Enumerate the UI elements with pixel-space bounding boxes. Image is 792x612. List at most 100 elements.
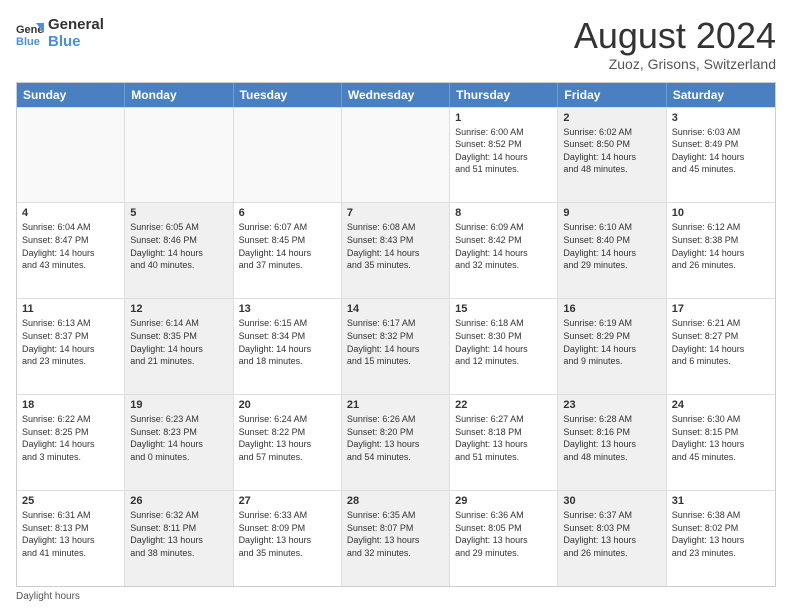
header-day: Saturday <box>667 83 775 107</box>
calendar-cell <box>234 108 342 203</box>
calendar-cell: 15 Sunrise: 6:18 AM Sunset: 8:30 PM Dayli… <box>450 299 558 394</box>
day-info: Sunrise: 6:02 AM Sunset: 8:50 PM Dayligh… <box>563 126 660 176</box>
header-day: Wednesday <box>342 83 450 107</box>
day-number: 15 <box>455 303 552 315</box>
day-info: Sunrise: 6:38 AM Sunset: 8:02 PM Dayligh… <box>672 509 770 559</box>
calendar-cell: 8 Sunrise: 6:09 AM Sunset: 8:42 PM Daylig… <box>450 203 558 298</box>
day-info: Sunrise: 6:17 AM Sunset: 8:32 PM Dayligh… <box>347 317 444 367</box>
calendar-cell <box>125 108 233 203</box>
calendar-cell: 30 Sunrise: 6:37 AM Sunset: 8:03 PM Dayli… <box>558 491 666 586</box>
day-number: 25 <box>22 495 119 507</box>
calendar-cell: 26 Sunrise: 6:32 AM Sunset: 8:11 PM Dayli… <box>125 491 233 586</box>
calendar-cell: 17 Sunrise: 6:21 AM Sunset: 8:27 PM Dayli… <box>667 299 775 394</box>
day-number: 17 <box>672 303 770 315</box>
day-number: 4 <box>22 207 119 219</box>
svg-text:Blue: Blue <box>16 36 40 47</box>
logo-blue: Blue <box>48 33 104 50</box>
calendar-cell: 4 Sunrise: 6:04 AM Sunset: 8:47 PM Daylig… <box>17 203 125 298</box>
day-number: 2 <box>563 112 660 124</box>
header-day: Monday <box>125 83 233 107</box>
logo: General Blue General Blue <box>16 16 104 51</box>
calendar-cell: 14Sunrise: 6:17 AM Sunset: 8:32 PM Dayli… <box>342 299 450 394</box>
day-number: 18 <box>22 399 119 411</box>
calendar-cell: 27Sunrise: 6:33 AM Sunset: 8:09 PM Dayli… <box>234 491 342 586</box>
day-number: 9 <box>563 207 660 219</box>
day-number: 6 <box>239 207 336 219</box>
day-info: Sunrise: 6:09 AM Sunset: 8:42 PM Dayligh… <box>455 221 552 271</box>
calendar-cell: 1 Sunrise: 6:00 AM Sunset: 8:52 PM Daylig… <box>450 108 558 203</box>
day-number: 12 <box>130 303 227 315</box>
day-info: Sunrise: 6:26 AM Sunset: 8:20 PM Dayligh… <box>347 413 444 463</box>
day-number: 31 <box>672 495 770 507</box>
day-info: Sunrise: 6:13 AM Sunset: 8:37 PM Dayligh… <box>22 317 119 367</box>
calendar-cell: 25Sunrise: 6:31 AM Sunset: 8:13 PM Dayli… <box>17 491 125 586</box>
calendar-cell: 12 Sunrise: 6:14 AM Sunset: 8:35 PM Dayli… <box>125 299 233 394</box>
month-title: August 2024 <box>574 16 776 56</box>
day-info: Sunrise: 6:07 AM Sunset: 8:45 PM Dayligh… <box>239 221 336 271</box>
calendar-cell: 3 Sunrise: 6:03 AM Sunset: 8:49 PM Daylig… <box>667 108 775 203</box>
day-info: Sunrise: 6:27 AM Sunset: 8:18 PM Dayligh… <box>455 413 552 463</box>
day-info: Sunrise: 6:12 AM Sunset: 8:38 PM Dayligh… <box>672 221 770 271</box>
day-number: 22 <box>455 399 552 411</box>
header-day: Thursday <box>450 83 558 107</box>
calendar-cell: 22 Sunrise: 6:27 AM Sunset: 8:18 PM Dayli… <box>450 395 558 490</box>
calendar-row: 25Sunrise: 6:31 AM Sunset: 8:13 PM Dayli… <box>17 490 775 586</box>
page: General Blue General Blue August 2024 Zu… <box>0 0 792 612</box>
calendar-cell: 10 Sunrise: 6:12 AM Sunset: 8:38 PM Dayli… <box>667 203 775 298</box>
calendar-cell: 24 Sunrise: 6:30 AM Sunset: 8:15 PM Dayli… <box>667 395 775 490</box>
day-info: Sunrise: 6:33 AM Sunset: 8:09 PM Dayligh… <box>239 509 336 559</box>
day-info: Sunrise: 6:19 AM Sunset: 8:29 PM Dayligh… <box>563 317 660 367</box>
day-number: 24 <box>672 399 770 411</box>
day-number: 20 <box>239 399 336 411</box>
calendar-cell: 7 Sunrise: 6:08 AM Sunset: 8:43 PM Daylig… <box>342 203 450 298</box>
calendar-cell: 23Sunrise: 6:28 AM Sunset: 8:16 PM Dayli… <box>558 395 666 490</box>
day-number: 28 <box>347 495 444 507</box>
day-info: Sunrise: 6:14 AM Sunset: 8:35 PM Dayligh… <box>130 317 227 367</box>
header: General Blue General Blue August 2024 Zu… <box>16 16 776 72</box>
location: Zuoz, Grisons, Switzerland <box>574 56 776 72</box>
day-number: 1 <box>455 112 552 124</box>
day-number: 30 <box>563 495 660 507</box>
day-info: Sunrise: 6:00 AM Sunset: 8:52 PM Dayligh… <box>455 126 552 176</box>
calendar-cell: 19Sunrise: 6:23 AM Sunset: 8:23 PM Dayli… <box>125 395 233 490</box>
calendar-cell: 2 Sunrise: 6:02 AM Sunset: 8:50 PM Daylig… <box>558 108 666 203</box>
calendar-row: 1 Sunrise: 6:00 AM Sunset: 8:52 PM Daylig… <box>17 107 775 203</box>
day-number: 26 <box>130 495 227 507</box>
calendar-cell: 21 Sunrise: 6:26 AM Sunset: 8:20 PM Dayli… <box>342 395 450 490</box>
calendar-cell: 6 Sunrise: 6:07 AM Sunset: 8:45 PM Daylig… <box>234 203 342 298</box>
day-info: Sunrise: 6:23 AM Sunset: 8:23 PM Dayligh… <box>130 413 227 463</box>
calendar-cell: 18Sunrise: 6:22 AM Sunset: 8:25 PM Dayli… <box>17 395 125 490</box>
day-info: Sunrise: 6:30 AM Sunset: 8:15 PM Dayligh… <box>672 413 770 463</box>
day-info: Sunrise: 6:08 AM Sunset: 8:43 PM Dayligh… <box>347 221 444 271</box>
day-number: 8 <box>455 207 552 219</box>
calendar-header: SundayMondayTuesdayWednesdayThursdayFrid… <box>17 83 775 107</box>
day-number: 23 <box>563 399 660 411</box>
calendar-cell: 13 Sunrise: 6:15 AM Sunset: 8:34 PM Dayli… <box>234 299 342 394</box>
day-number: 29 <box>455 495 552 507</box>
calendar-cell: 31 Sunrise: 6:38 AM Sunset: 8:02 PM Dayli… <box>667 491 775 586</box>
calendar-body: 1 Sunrise: 6:00 AM Sunset: 8:52 PM Daylig… <box>17 107 775 586</box>
calendar-cell: 9Sunrise: 6:10 AM Sunset: 8:40 PM Daylig… <box>558 203 666 298</box>
calendar-cell: 16Sunrise: 6:19 AM Sunset: 8:29 PM Dayli… <box>558 299 666 394</box>
day-number: 21 <box>347 399 444 411</box>
day-info: Sunrise: 6:32 AM Sunset: 8:11 PM Dayligh… <box>130 509 227 559</box>
day-number: 13 <box>239 303 336 315</box>
calendar-cell: 28Sunrise: 6:35 AM Sunset: 8:07 PM Dayli… <box>342 491 450 586</box>
calendar-row: 4 Sunrise: 6:04 AM Sunset: 8:47 PM Daylig… <box>17 202 775 298</box>
day-info: Sunrise: 6:04 AM Sunset: 8:47 PM Dayligh… <box>22 221 119 271</box>
day-number: 7 <box>347 207 444 219</box>
day-number: 5 <box>130 207 227 219</box>
footer-note: Daylight hours <box>16 591 776 602</box>
day-number: 3 <box>672 112 770 124</box>
day-info: Sunrise: 6:21 AM Sunset: 8:27 PM Dayligh… <box>672 317 770 367</box>
calendar-row: 18Sunrise: 6:22 AM Sunset: 8:25 PM Dayli… <box>17 394 775 490</box>
calendar: SundayMondayTuesdayWednesdayThursdayFrid… <box>16 82 776 587</box>
header-day: Tuesday <box>234 83 342 107</box>
day-number: 10 <box>672 207 770 219</box>
title-block: August 2024 Zuoz, Grisons, Switzerland <box>574 16 776 72</box>
day-info: Sunrise: 6:37 AM Sunset: 8:03 PM Dayligh… <box>563 509 660 559</box>
day-info: Sunrise: 6:03 AM Sunset: 8:49 PM Dayligh… <box>672 126 770 176</box>
day-info: Sunrise: 6:18 AM Sunset: 8:30 PM Dayligh… <box>455 317 552 367</box>
header-day: Friday <box>558 83 666 107</box>
day-info: Sunrise: 6:15 AM Sunset: 8:34 PM Dayligh… <box>239 317 336 367</box>
